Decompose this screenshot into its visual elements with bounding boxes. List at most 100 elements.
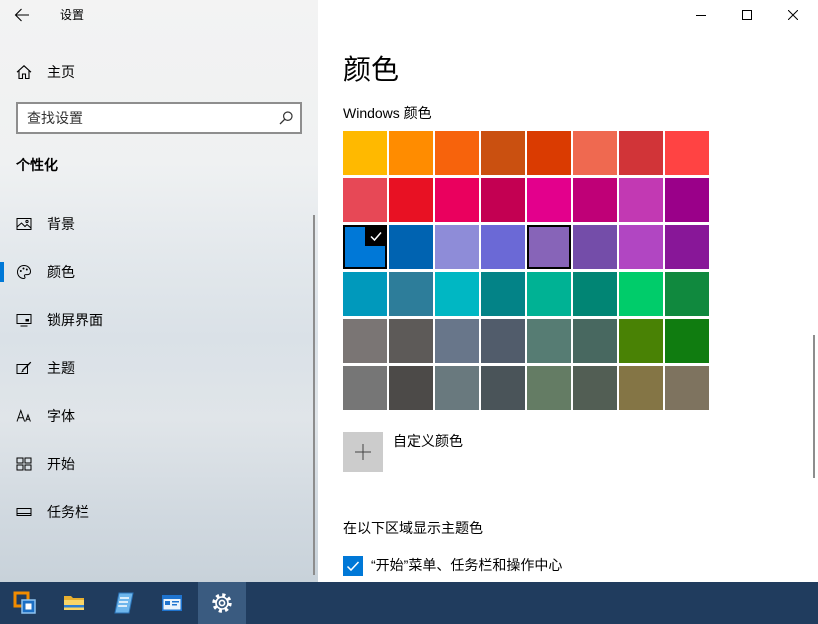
sidebar-item-label: 开始 — [47, 456, 75, 472]
picture-icon — [16, 218, 32, 230]
sidebar-item-label: 字体 — [47, 408, 75, 424]
taskbar-app-vmware[interactable] — [1, 582, 49, 624]
color-swatch[interactable] — [527, 178, 571, 222]
sidebar-item-label: 颜色 — [47, 264, 75, 280]
close-icon — [788, 10, 798, 20]
home-nav-item[interactable]: 主页 — [0, 56, 310, 88]
sidebar-scrollbar[interactable] — [313, 215, 315, 575]
taskbar-app-settings[interactable] — [198, 582, 246, 624]
color-swatch[interactable] — [573, 225, 617, 269]
accent-surfaces-checkbox-label[interactable]: “开始”菜单、任务栏和操作中心 — [371, 556, 562, 574]
color-swatch[interactable] — [389, 178, 433, 222]
color-swatch[interactable] — [435, 131, 479, 175]
color-swatch[interactable] — [573, 366, 617, 410]
color-swatch[interactable] — [343, 131, 387, 175]
color-swatch[interactable] — [389, 319, 433, 363]
color-swatch[interactable] — [389, 272, 433, 316]
sidebar-item-label: 背景 — [47, 216, 75, 232]
color-swatch[interactable] — [573, 178, 617, 222]
sidebar-item-label: 锁屏界面 — [47, 312, 103, 328]
file-explorer-icon — [64, 596, 84, 610]
color-swatch[interactable] — [481, 272, 525, 316]
color-swatch[interactable] — [619, 131, 663, 175]
sidebar-item-colors[interactable]: 颜色 — [0, 248, 310, 296]
close-button[interactable] — [770, 0, 816, 30]
section-title: 个性化 — [16, 157, 58, 173]
back-button[interactable] — [0, 0, 44, 30]
windows-colors-label: Windows 颜色 — [343, 105, 432, 121]
sidebar-item-background[interactable]: 背景 — [0, 200, 310, 248]
app-title: 设置 — [60, 8, 85, 22]
maximize-button[interactable] — [724, 0, 770, 30]
sidebar-item-label: 主题 — [47, 360, 75, 376]
color-swatch[interactable] — [435, 225, 479, 269]
color-swatch[interactable] — [527, 225, 571, 269]
color-swatch[interactable] — [573, 131, 617, 175]
color-swatch[interactable] — [665, 131, 709, 175]
search-box — [16, 102, 302, 134]
personalization-nav: 背景 颜色 锁屏界面 主题 字体 开始 任务栏 — [0, 200, 310, 536]
color-swatch[interactable] — [343, 225, 387, 269]
color-swatch[interactable] — [389, 225, 433, 269]
home-label: 主页 — [47, 64, 75, 80]
sidebar-item-themes[interactable]: 主题 — [0, 344, 310, 392]
color-swatch[interactable] — [435, 319, 479, 363]
color-swatch[interactable] — [619, 319, 663, 363]
accent-color-grid — [343, 131, 709, 410]
color-swatch[interactable] — [619, 366, 663, 410]
color-swatch[interactable] — [343, 366, 387, 410]
sidebar-item-label: 任务栏 — [47, 504, 89, 520]
content-scrollbar[interactable] — [813, 335, 815, 478]
color-swatch[interactable] — [435, 178, 479, 222]
color-swatch[interactable] — [389, 131, 433, 175]
color-swatch[interactable] — [435, 366, 479, 410]
sidebar-item-fonts[interactable]: 字体 — [0, 392, 310, 440]
custom-color-button[interactable] — [343, 432, 383, 472]
color-swatch[interactable] — [665, 366, 709, 410]
color-swatch[interactable] — [665, 225, 709, 269]
maximize-icon — [742, 10, 752, 20]
font-icon — [16, 408, 31, 422]
sidebar-item-lock-screen[interactable]: 锁屏界面 — [0, 296, 310, 344]
color-swatch[interactable] — [481, 319, 525, 363]
color-swatch[interactable] — [527, 319, 571, 363]
sidebar: 设置 主页 个性化 背景 — [0, 0, 318, 582]
sidebar-item-start[interactable]: 开始 — [0, 440, 310, 488]
color-swatch[interactable] — [481, 225, 525, 269]
color-swatch[interactable] — [481, 366, 525, 410]
color-swatch[interactable] — [665, 319, 709, 363]
taskbar-app-window[interactable] — [148, 582, 196, 624]
color-swatch[interactable] — [389, 366, 433, 410]
color-swatch[interactable] — [435, 272, 479, 316]
color-swatch[interactable] — [481, 178, 525, 222]
color-swatch[interactable] — [665, 272, 709, 316]
taskbar — [0, 582, 818, 624]
color-swatch[interactable] — [573, 319, 617, 363]
search-icon[interactable] — [279, 111, 293, 125]
color-swatch[interactable] — [619, 178, 663, 222]
color-swatch[interactable] — [527, 366, 571, 410]
accent-surfaces-checkbox[interactable] — [343, 556, 363, 576]
color-swatch[interactable] — [527, 272, 571, 316]
color-swatch[interactable] — [619, 272, 663, 316]
color-swatch[interactable] — [619, 225, 663, 269]
checkmark-icon — [346, 561, 360, 572]
color-swatch[interactable] — [573, 272, 617, 316]
sidebar-item-taskbar[interactable]: 任务栏 — [0, 488, 310, 536]
minimize-button[interactable] — [678, 0, 724, 30]
color-swatch[interactable] — [343, 319, 387, 363]
taskbar-app-notepad[interactable] — [100, 582, 148, 624]
taskbar-icon — [16, 508, 32, 516]
settings-gear-icon — [212, 593, 232, 613]
taskbar-app-file-explorer[interactable] — [50, 582, 98, 624]
settings-window: 设置 主页 个性化 背景 — [0, 0, 818, 582]
custom-color-label[interactable]: 自定义颜色 — [393, 432, 463, 450]
color-swatch[interactable] — [527, 131, 571, 175]
minimize-icon — [696, 15, 706, 16]
color-swatch[interactable] — [665, 178, 709, 222]
color-swatch[interactable] — [481, 131, 525, 175]
color-swatch[interactable] — [343, 178, 387, 222]
accent-surfaces-heading: 在以下区域显示主题色 — [343, 520, 483, 536]
color-swatch[interactable] — [343, 272, 387, 316]
search-input[interactable] — [18, 104, 268, 132]
